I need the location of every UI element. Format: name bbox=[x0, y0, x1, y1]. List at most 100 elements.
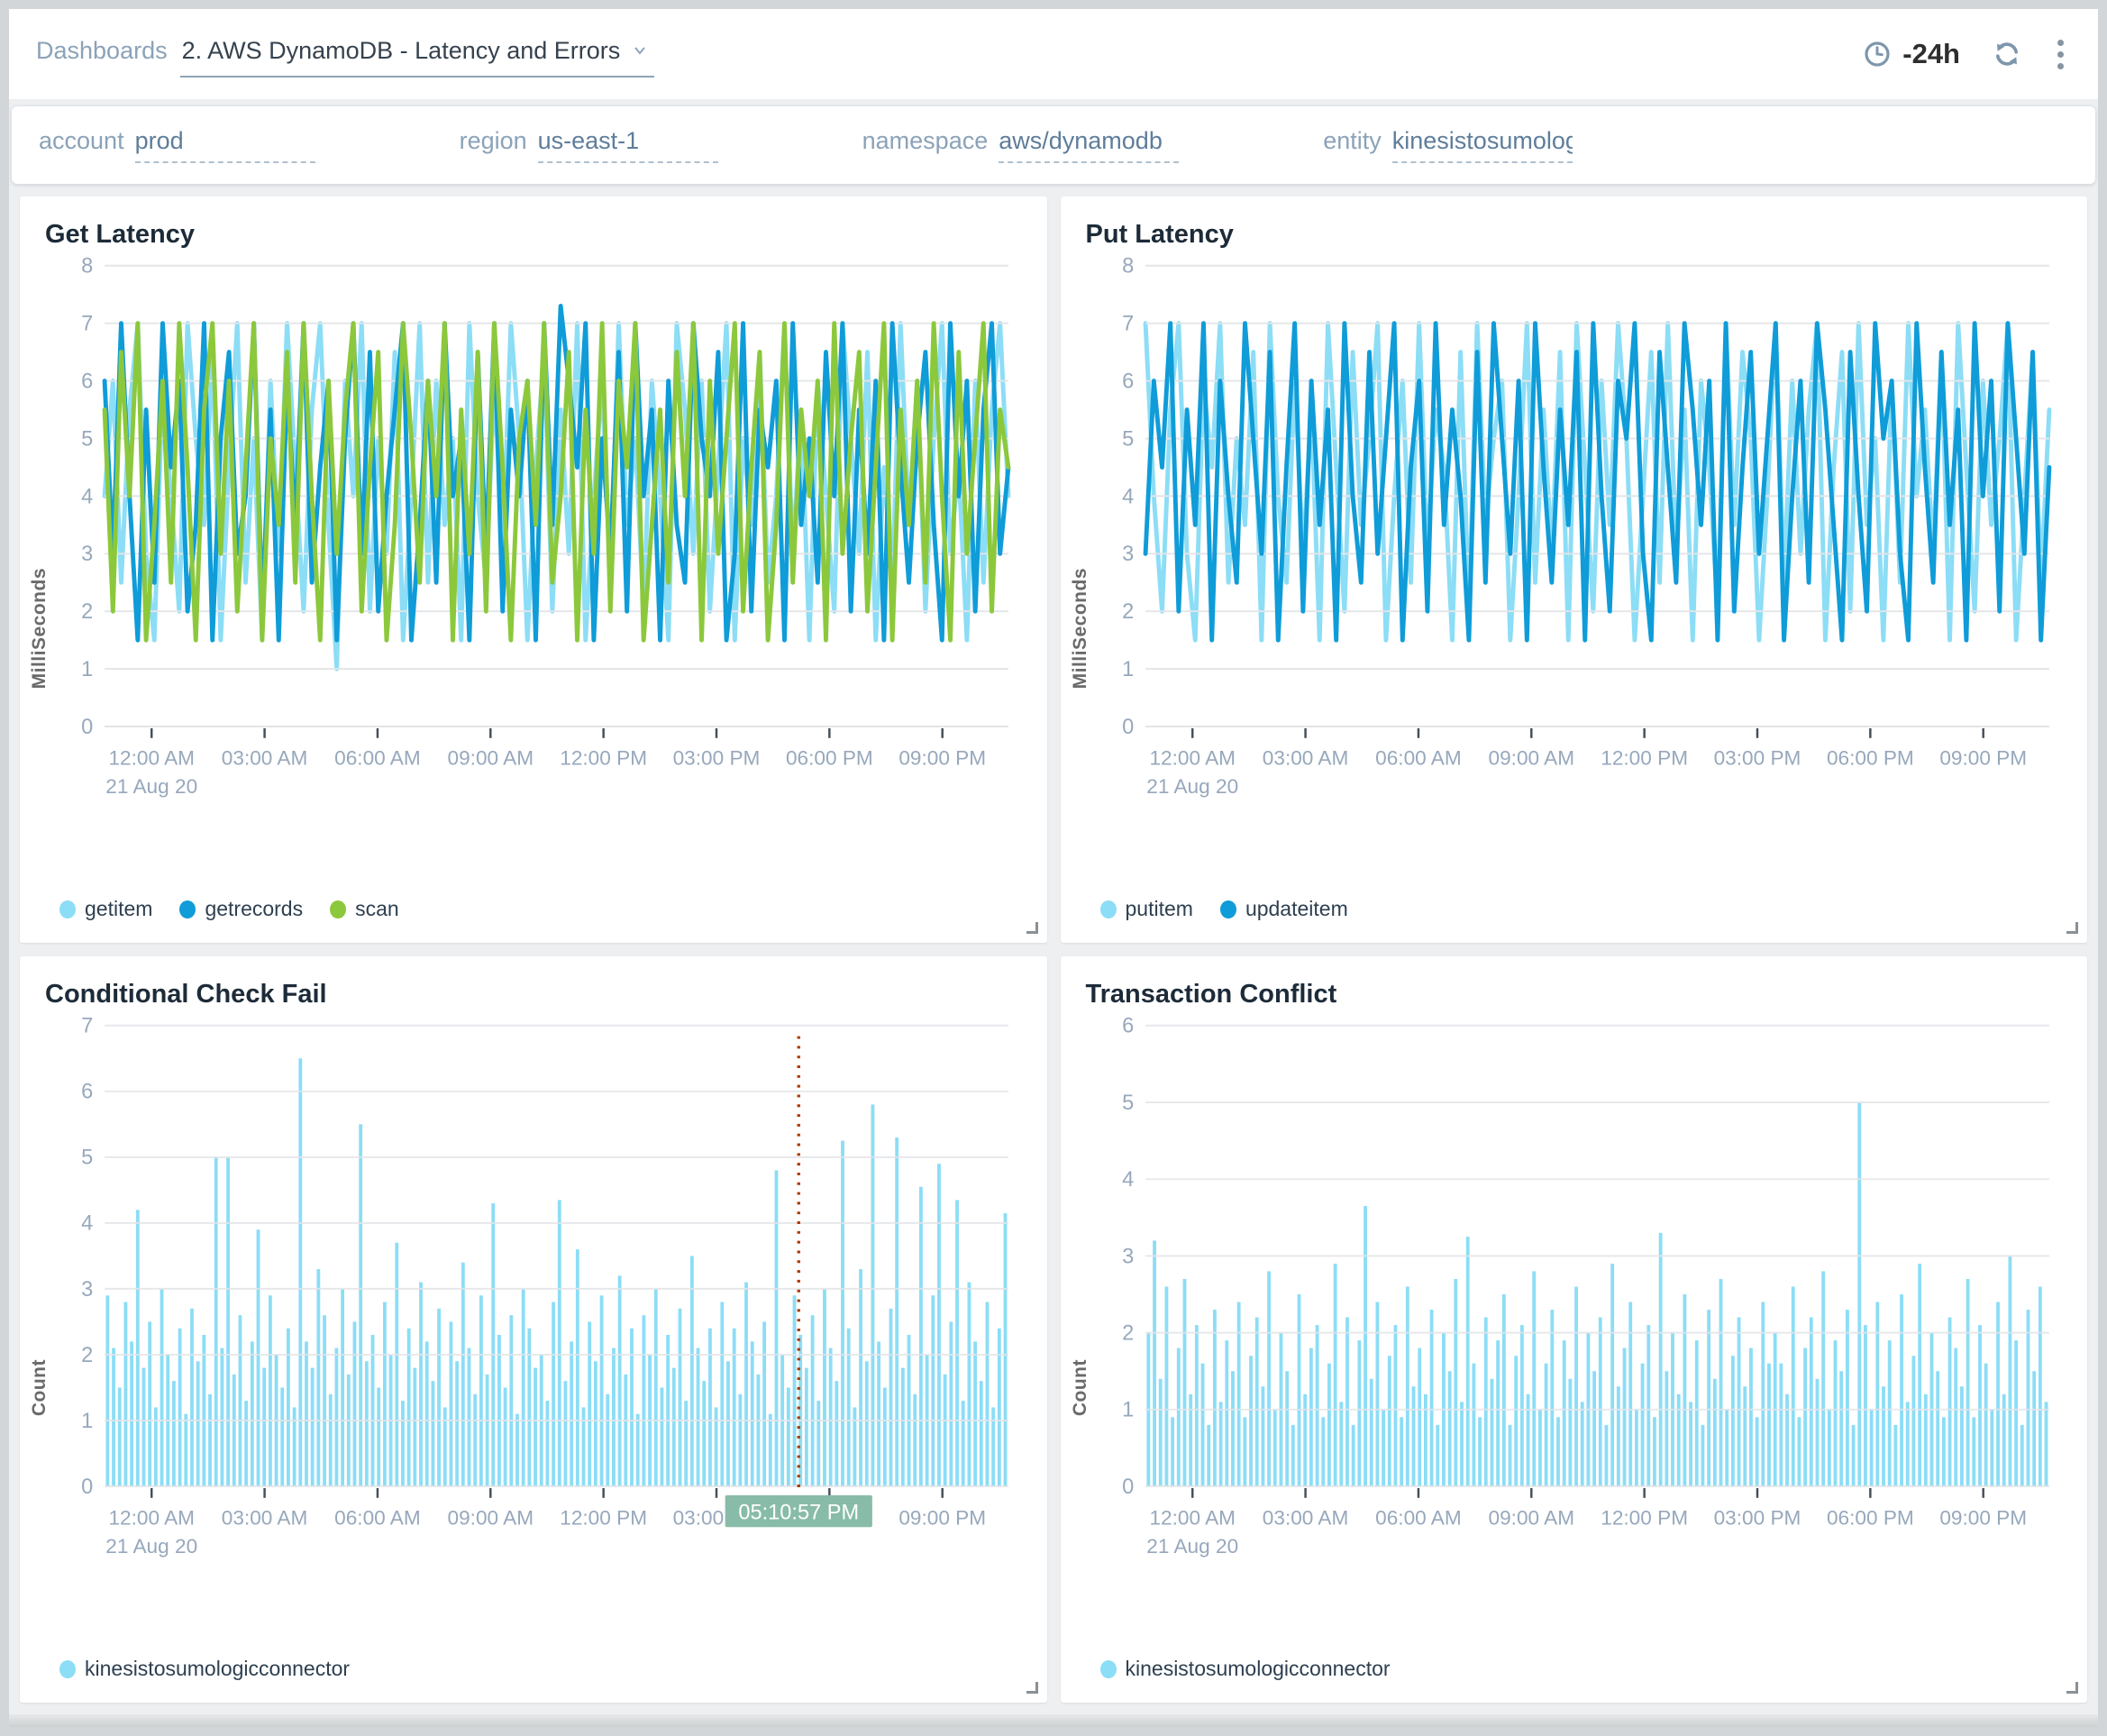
filter-region: region us-east-1 bbox=[460, 127, 718, 163]
panel-get-latency: Get Latency MilliSeconds 01234567812:00 … bbox=[20, 196, 1047, 943]
filter-account-value[interactable]: prod bbox=[135, 127, 315, 163]
svg-text:1: 1 bbox=[1122, 1398, 1134, 1421]
svg-text:12:00 PM: 12:00 PM bbox=[1601, 1506, 1688, 1529]
panel-resize-handle[interactable] bbox=[1026, 1682, 1038, 1694]
filter-bar: account prod region us-east-1 namespace … bbox=[12, 106, 2095, 184]
filter-entity: entity kinesistosumologicconnector bbox=[1323, 127, 1573, 163]
filter-region-value[interactable]: us-east-1 bbox=[538, 127, 718, 163]
svg-text:2: 2 bbox=[81, 1343, 93, 1366]
svg-text:09:00 PM: 09:00 PM bbox=[898, 1506, 986, 1529]
svg-text:12:00 PM: 12:00 PM bbox=[1601, 746, 1688, 769]
panel-transaction-conflict: Transaction Conflict Count 012345612:00 … bbox=[1061, 956, 2088, 1703]
svg-text:03:00 PM: 03:00 PM bbox=[1713, 1506, 1801, 1529]
svg-text:21 Aug 20: 21 Aug 20 bbox=[1146, 775, 1238, 798]
svg-text:09:00 AM: 09:00 AM bbox=[448, 746, 534, 769]
panel-title: Conditional Check Fail bbox=[20, 956, 1047, 1013]
legend-dot bbox=[59, 900, 76, 918]
svg-text:03:00 PM: 03:00 PM bbox=[673, 746, 761, 769]
filter-namespace-value[interactable]: aws/dynamodb bbox=[999, 127, 1179, 163]
svg-text:09:00 PM: 09:00 PM bbox=[1939, 1506, 2027, 1529]
svg-text:0: 0 bbox=[1122, 715, 1134, 738]
svg-text:2: 2 bbox=[81, 599, 93, 623]
more-options-button[interactable] bbox=[2054, 36, 2067, 73]
panel-put-latency: Put Latency MilliSeconds 01234567812:00 … bbox=[1061, 196, 2088, 943]
filter-region-label: region bbox=[460, 127, 527, 155]
svg-text:7: 7 bbox=[81, 312, 93, 335]
svg-text:12:00 AM: 12:00 AM bbox=[108, 746, 195, 769]
chart-put-latency[interactable]: 01234567812:00 AM21 Aug 2003:00 AM06:00 … bbox=[1097, 253, 2072, 895]
dashboard-title-dropdown[interactable]: 2. AWS DynamoDB - Latency and Errors bbox=[180, 32, 655, 78]
svg-text:6: 6 bbox=[81, 1080, 93, 1103]
breadcrumb-dashboards[interactable]: Dashboards bbox=[36, 37, 168, 65]
svg-text:5: 5 bbox=[1122, 426, 1134, 450]
chart-transaction-conflict[interactable]: 012345612:00 AM21 Aug 2003:00 AM06:00 AM… bbox=[1097, 1013, 2072, 1655]
refresh-button[interactable] bbox=[1991, 38, 2023, 70]
kebab-icon bbox=[2057, 40, 2064, 46]
svg-text:2: 2 bbox=[1122, 599, 1134, 623]
time-range-button[interactable]: -24h bbox=[1863, 38, 1960, 70]
svg-text:4: 4 bbox=[81, 1211, 93, 1235]
panel-title: Put Latency bbox=[1061, 196, 2088, 253]
svg-text:03:00 AM: 03:00 AM bbox=[1262, 746, 1348, 769]
legend-dot bbox=[1220, 900, 1236, 918]
legend-dot bbox=[1100, 1660, 1117, 1678]
svg-text:21 Aug 20: 21 Aug 20 bbox=[105, 1535, 197, 1558]
chart-get-latency[interactable]: 01234567812:00 AM21 Aug 2003:00 AM06:00 … bbox=[56, 253, 1031, 895]
chart-conditional-check-fail[interactable]: 0123456712:00 AM21 Aug 2003:00 AM06:00 A… bbox=[56, 1013, 1031, 1655]
panel-resize-handle[interactable] bbox=[2066, 922, 2078, 934]
svg-text:8: 8 bbox=[1122, 254, 1134, 278]
svg-text:12:00 PM: 12:00 PM bbox=[560, 1506, 647, 1529]
svg-text:7: 7 bbox=[1122, 312, 1134, 335]
window-frame: Dashboards 2. AWS DynamoDB - Latency and… bbox=[0, 0, 2107, 1736]
legend: getitem getrecords scan bbox=[20, 895, 1047, 943]
svg-text:1: 1 bbox=[1122, 657, 1134, 681]
panel-grid: Get Latency MilliSeconds 01234567812:00 … bbox=[9, 184, 2098, 1703]
y-axis-label: Count bbox=[29, 1251, 56, 1416]
svg-text:2: 2 bbox=[1122, 1320, 1134, 1344]
svg-text:12:00 PM: 12:00 PM bbox=[560, 746, 647, 769]
svg-text:21 Aug 20: 21 Aug 20 bbox=[105, 775, 197, 798]
svg-text:6: 6 bbox=[81, 369, 93, 392]
filter-account: account prod bbox=[39, 127, 315, 163]
svg-text:06:00 PM: 06:00 PM bbox=[1826, 1506, 1913, 1529]
y-axis-label: MilliSeconds bbox=[29, 460, 56, 689]
svg-text:09:00 AM: 09:00 AM bbox=[1488, 1506, 1574, 1529]
page-title: 2. AWS DynamoDB - Latency and Errors bbox=[182, 37, 621, 65]
filter-entity-value[interactable]: kinesistosumologicconnector bbox=[1392, 127, 1573, 163]
legend-item-getrecords[interactable]: getrecords bbox=[179, 897, 303, 921]
filter-namespace: namespace aws/dynamodb bbox=[862, 127, 1180, 163]
svg-text:05:10:57 PM: 05:10:57 PM bbox=[738, 1500, 859, 1523]
legend-item-putitem[interactable]: putitem bbox=[1100, 897, 1193, 921]
svg-text:21 Aug 20: 21 Aug 20 bbox=[1146, 1535, 1238, 1558]
svg-text:09:00 AM: 09:00 AM bbox=[1488, 746, 1574, 769]
legend-item-kinesistosumologicconnector[interactable]: kinesistosumologicconnector bbox=[1100, 1657, 1391, 1681]
svg-text:06:00 PM: 06:00 PM bbox=[786, 746, 873, 769]
filter-account-label: account bbox=[39, 127, 124, 155]
svg-text:4: 4 bbox=[81, 484, 93, 507]
svg-text:09:00 PM: 09:00 PM bbox=[898, 746, 986, 769]
svg-text:7: 7 bbox=[81, 1014, 93, 1037]
legend-dot bbox=[1100, 900, 1117, 918]
svg-text:0: 0 bbox=[81, 1475, 93, 1498]
svg-text:03:00 AM: 03:00 AM bbox=[222, 1506, 308, 1529]
svg-text:12:00 AM: 12:00 AM bbox=[1149, 746, 1236, 769]
svg-text:3: 3 bbox=[1122, 1244, 1134, 1267]
svg-text:06:00 PM: 06:00 PM bbox=[1826, 746, 1913, 769]
svg-text:06:00 AM: 06:00 AM bbox=[1375, 746, 1462, 769]
svg-text:03:00 AM: 03:00 AM bbox=[222, 746, 308, 769]
panel-title: Transaction Conflict bbox=[1061, 956, 2088, 1013]
svg-text:1: 1 bbox=[81, 1409, 93, 1432]
svg-text:06:00 AM: 06:00 AM bbox=[1375, 1506, 1462, 1529]
filter-namespace-label: namespace bbox=[862, 127, 989, 155]
svg-text:3: 3 bbox=[81, 542, 93, 565]
svg-text:3: 3 bbox=[81, 1277, 93, 1301]
legend-item-scan[interactable]: scan bbox=[330, 897, 399, 921]
legend-item-getitem[interactable]: getitem bbox=[59, 897, 152, 921]
refresh-icon bbox=[1991, 38, 2023, 70]
panel-resize-handle[interactable] bbox=[2066, 1682, 2078, 1694]
panel-resize-handle[interactable] bbox=[1026, 922, 1038, 934]
legend-item-updateitem[interactable]: updateitem bbox=[1220, 897, 1348, 921]
legend-item-kinesistosumologicconnector[interactable]: kinesistosumologicconnector bbox=[59, 1657, 350, 1681]
window-bottom-edge bbox=[9, 1714, 2098, 1727]
svg-text:5: 5 bbox=[81, 426, 93, 450]
